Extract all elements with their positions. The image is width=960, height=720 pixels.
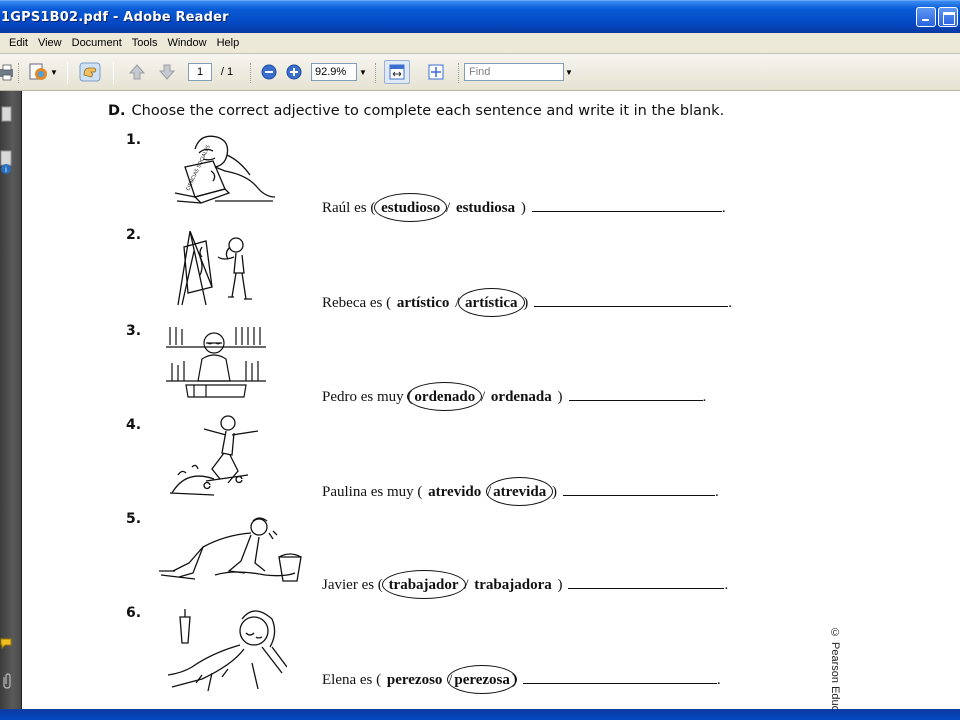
pages-icon[interactable] <box>0 105 14 123</box>
item-4-option-1: atrevido <box>428 484 482 500</box>
item-2-option-1: artístico <box>396 295 450 311</box>
item-5-option-1: trabajador <box>381 570 466 599</box>
fit-page-icon[interactable] <box>425 62 447 82</box>
instruction-letter: D. <box>108 103 126 119</box>
copyright-notice: © Pearson Educatio <box>829 627 841 709</box>
item-1-option-2: estudiosa <box>455 200 516 216</box>
girl-painting-illustration <box>177 230 252 306</box>
item-2-blank <box>534 294 729 307</box>
item-3-option-1: ordenado <box>407 382 483 411</box>
lazy-girl-illustration <box>167 609 287 692</box>
svg-text:i: i <box>5 166 7 174</box>
zoom-dropdown-icon[interactable]: ▼ <box>358 62 368 82</box>
minimize-button[interactable] <box>916 7 936 27</box>
instruction-text: Choose the correct adjective to complete… <box>131 103 725 119</box>
menu-window[interactable]: Window <box>162 37 211 49</box>
window-bottom-frame <box>0 709 960 720</box>
menu-tools[interactable]: Tools <box>127 37 163 49</box>
item-3-option-2: ordenada <box>490 389 552 405</box>
item-1-sentence: Raúl es ( estudioso / estudiosa ). <box>322 193 726 222</box>
item-3-blank <box>568 388 703 401</box>
document-view[interactable]: D. Choose the correct adjective to comple… <box>22 91 960 709</box>
zoom-select[interactable]: 92.9% <box>311 63 357 81</box>
book-cover-text: CIENCIAS SOCIALES <box>185 144 211 192</box>
item-3-sentence: Pedro es muy (ordenado / ordenada ). <box>322 382 707 411</box>
item-3-number: 3. <box>126 323 142 339</box>
boy-scrubbing-floor-illustration <box>159 517 302 582</box>
organized-boy-illustration <box>166 327 266 398</box>
email-icon[interactable]: ▼ <box>26 62 60 82</box>
page-total: / 1 <box>220 66 234 78</box>
item-5-sentence: Javier es ( trabajador / trabajadora ). <box>322 570 729 599</box>
menu-document[interactable]: Document <box>67 37 127 49</box>
menu-edit[interactable]: Edit <box>0 37 33 49</box>
item-1-option-1: estudioso <box>374 193 448 222</box>
skateboarder-illustration <box>169 415 259 496</box>
zoom-out-icon[interactable] <box>259 62 279 82</box>
comments-icon[interactable] <box>0 637 14 649</box>
item-6-option-1: perezoso <box>386 672 443 688</box>
item-4-sentence: Paulina es muy ( atrevido / atrevida ). <box>322 477 719 506</box>
menu-view[interactable]: View <box>33 37 67 49</box>
previous-page-icon[interactable] <box>126 62 148 82</box>
item-2-sentence: Rebeca es ( artístico / artística ). <box>322 288 733 317</box>
item-4-option-2: atrevida <box>486 477 554 506</box>
item-5-number: 5. <box>126 511 142 527</box>
menu-bar: Edit View Document Tools Window Help <box>0 33 960 54</box>
toolbar: ▼ 1 / 1 92.9% ▼ Find ▼ <box>0 54 960 91</box>
item-6-sentence: Elena es ( perezoso / perezosa). <box>322 665 721 694</box>
student-studying-illustration: CIENCIAS SOCIALES <box>174 135 276 204</box>
item-6-number: 6. <box>126 605 142 621</box>
item-5-blank <box>568 576 725 589</box>
item-2-option-2: artística <box>458 288 526 317</box>
item-6-option-2: perezosa <box>447 665 517 694</box>
attachments-icon[interactable]: i <box>0 149 14 179</box>
title-bar: 1GPS1B02.pdf - Adobe Reader <box>0 0 960 33</box>
item-4-blank <box>562 483 715 496</box>
maximize-button[interactable] <box>938 7 958 27</box>
navigation-pane: i <box>0 91 22 709</box>
find-input[interactable]: Find <box>464 63 564 81</box>
next-page-icon[interactable] <box>156 62 178 82</box>
item-1-blank <box>531 199 722 212</box>
item-4-number: 4. <box>126 417 142 433</box>
zoom-in-icon[interactable] <box>284 62 304 82</box>
hand-tool-icon[interactable] <box>78 62 102 82</box>
paperclip-icon[interactable] <box>0 673 14 689</box>
print-icon[interactable] <box>0 62 14 82</box>
item-1-number: 1. <box>126 132 142 148</box>
window-title: 1GPS1B02.pdf - Adobe Reader <box>1 9 229 25</box>
find-dropdown-icon[interactable]: ▼ <box>564 62 574 82</box>
item-5-option-2: trabajadora <box>474 577 552 593</box>
item-2-number: 2. <box>126 227 142 243</box>
chevron-down-icon[interactable]: ▼ <box>50 68 58 77</box>
instruction: D. Choose the correct adjective to comple… <box>108 103 724 119</box>
menu-help[interactable]: Help <box>212 37 245 49</box>
page-number-input[interactable]: 1 <box>188 63 212 81</box>
fit-width-icon[interactable] <box>384 60 410 84</box>
item-6-blank <box>522 671 717 684</box>
